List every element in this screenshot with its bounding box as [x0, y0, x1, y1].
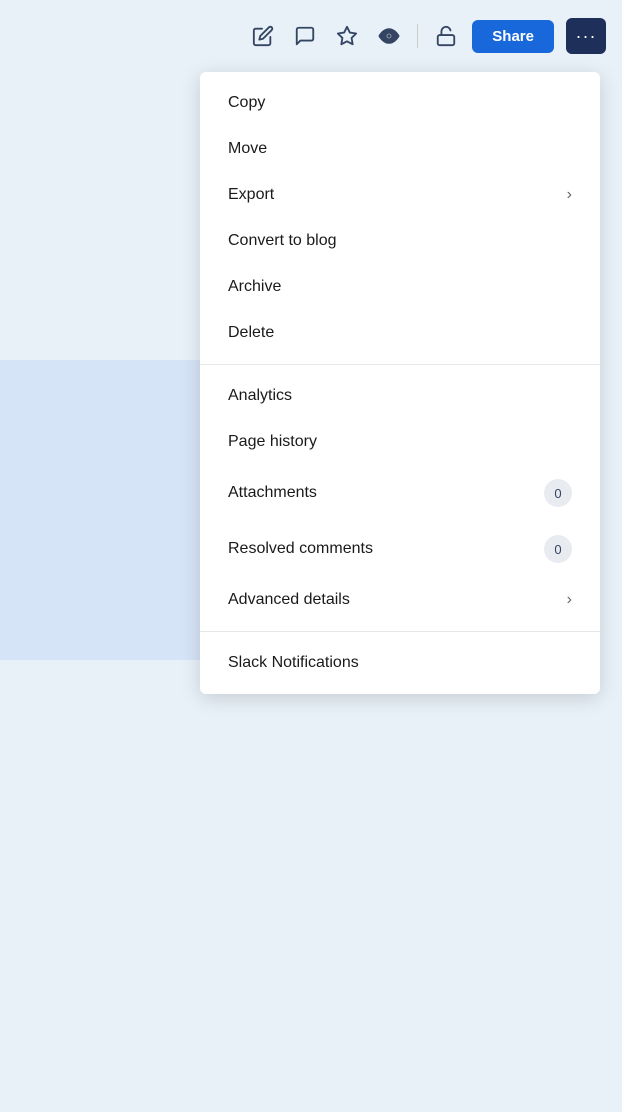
blue-side-panel	[0, 360, 200, 660]
menu-section-2: Analytics Page history Attachments 0 Res…	[200, 364, 600, 631]
share-button[interactable]: Share	[472, 20, 554, 53]
menu-item-attachments[interactable]: Attachments 0	[200, 465, 600, 521]
advanced-details-label: Advanced details	[228, 591, 350, 609]
lock-icon[interactable]	[432, 22, 460, 50]
menu-item-archive[interactable]: Archive	[200, 264, 600, 310]
resolved-comments-badge: 0	[544, 535, 572, 563]
export-chevron-icon: ›	[567, 186, 572, 204]
menu-section-1: Copy Move Export › Convert to blog Archi…	[200, 72, 600, 364]
copy-label: Copy	[228, 94, 265, 112]
advanced-details-chevron-icon: ›	[567, 591, 572, 609]
slack-notifications-label: Slack Notifications	[228, 654, 359, 672]
menu-item-export[interactable]: Export ›	[200, 172, 600, 218]
dropdown-menu: Copy Move Export › Convert to blog Archi…	[200, 72, 600, 694]
toolbar-icons	[249, 22, 460, 50]
ellipsis-icon: ···	[576, 26, 597, 47]
menu-item-delete[interactable]: Delete	[200, 310, 600, 356]
export-label: Export	[228, 186, 274, 204]
toolbar-divider	[417, 24, 418, 48]
comment-icon[interactable]	[291, 22, 319, 50]
menu-item-page-history[interactable]: Page history	[200, 419, 600, 465]
menu-item-convert[interactable]: Convert to blog	[200, 218, 600, 264]
resolved-comments-label: Resolved comments	[228, 540, 373, 558]
page-history-label: Page history	[228, 433, 317, 451]
attachments-badge: 0	[544, 479, 572, 507]
menu-item-advanced-details[interactable]: Advanced details ›	[200, 577, 600, 623]
menu-item-resolved-comments[interactable]: Resolved comments 0	[200, 521, 600, 577]
move-label: Move	[228, 140, 267, 158]
convert-label: Convert to blog	[228, 232, 337, 250]
archive-label: Archive	[228, 278, 281, 296]
watch-icon[interactable]	[375, 22, 403, 50]
delete-label: Delete	[228, 324, 274, 342]
edit-icon[interactable]	[249, 22, 277, 50]
menu-section-3: Slack Notifications	[200, 631, 600, 694]
star-icon[interactable]	[333, 22, 361, 50]
menu-item-copy[interactable]: Copy	[200, 80, 600, 126]
analytics-label: Analytics	[228, 387, 292, 405]
menu-item-analytics[interactable]: Analytics	[200, 373, 600, 419]
menu-item-slack-notifications[interactable]: Slack Notifications	[200, 640, 600, 686]
toolbar: Share ···	[0, 0, 622, 72]
menu-item-move[interactable]: Move	[200, 126, 600, 172]
attachments-label: Attachments	[228, 484, 317, 502]
more-options-button[interactable]: ···	[566, 18, 606, 54]
